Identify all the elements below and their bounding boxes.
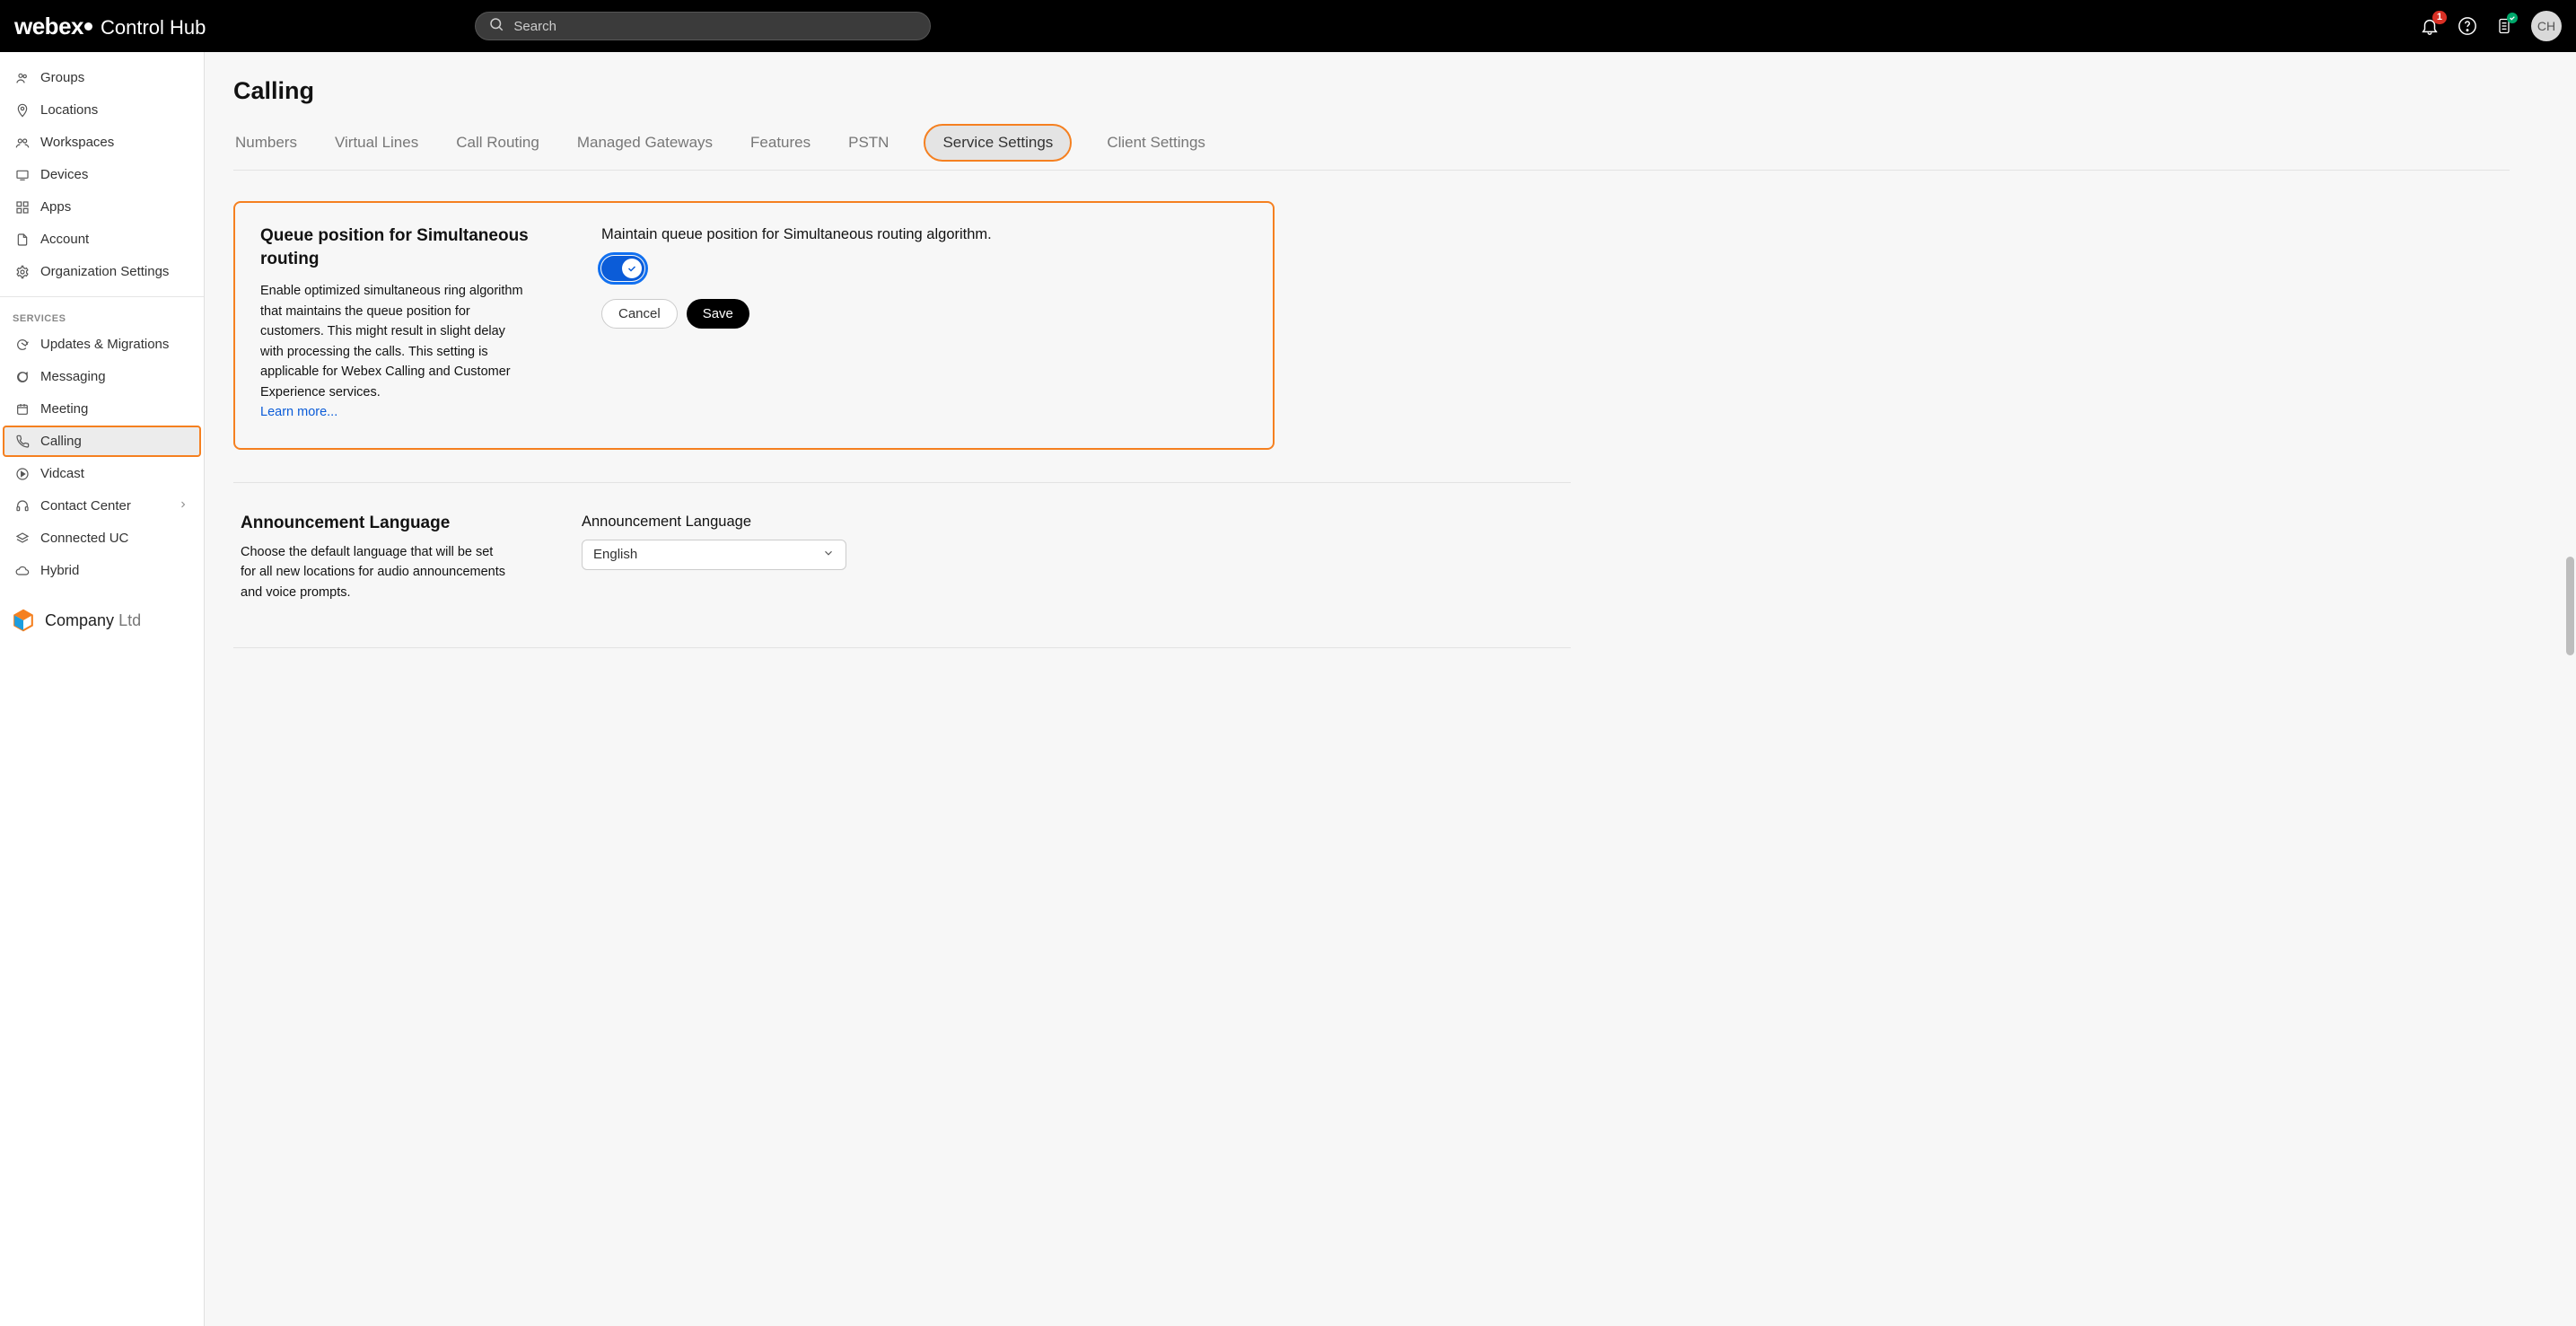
notifications-button[interactable]: 1 <box>2420 16 2440 36</box>
sidebar-nav: Groups Locations Workspaces Devices Apps… <box>0 52 205 1326</box>
sidebar-item-label: Hybrid <box>40 563 79 578</box>
calendar-icon <box>15 402 30 417</box>
sidebar-item-label: Vidcast <box>40 466 84 481</box>
play-icon <box>15 467 30 481</box>
tab-virtual-lines[interactable]: Virtual Lines <box>333 125 420 170</box>
card-description: Enable optimized simultaneous ring algor… <box>260 281 530 422</box>
sidebar-item-label: Messaging <box>40 369 106 384</box>
pin-icon <box>15 103 30 118</box>
sidebar-item-label: Meeting <box>40 401 88 417</box>
tab-service-settings[interactable]: Service Settings <box>924 125 1071 161</box>
search-placeholder: Search <box>513 19 917 34</box>
sidebar-item-label: Account <box>40 232 89 247</box>
sidebar-item-updates[interactable]: Updates & Migrations <box>3 329 201 360</box>
user-avatar[interactable]: CH <box>2531 11 2562 41</box>
section-divider <box>233 647 1571 648</box>
tab-pstn[interactable]: PSTN <box>846 125 890 170</box>
brand-mark: webex <box>14 13 93 40</box>
cancel-button[interactable]: Cancel <box>601 299 678 329</box>
org-switcher[interactable]: Company Ltd <box>0 593 204 647</box>
section-divider <box>233 482 1571 483</box>
check-badge-icon <box>2507 13 2518 23</box>
sidebar-item-connected-uc[interactable]: Connected UC <box>3 522 201 554</box>
sidebar-item-vidcast[interactable]: Vidcast <box>3 458 201 489</box>
page-title: Calling <box>233 77 2510 105</box>
sidebar-item-calling[interactable]: Calling <box>3 426 201 457</box>
stack-icon <box>15 531 30 546</box>
card-title: Queue position for Simultaneous routing <box>260 224 530 270</box>
sidebar-item-label: Locations <box>40 102 98 118</box>
device-icon <box>15 168 30 182</box>
sidebar-item-label: Devices <box>40 167 88 182</box>
users-icon <box>15 71 30 85</box>
sidebar-item-hybrid[interactable]: Hybrid <box>3 555 201 586</box>
section-description: Choose the default language that will be… <box>241 542 510 602</box>
notification-badge: 1 <box>2432 11 2447 24</box>
chevron-down-icon <box>822 547 835 563</box>
global-search[interactable]: Search <box>475 12 931 40</box>
sidebar-item-label: Groups <box>40 70 84 85</box>
queue-position-toggle[interactable] <box>601 256 644 281</box>
tab-managed-gateways[interactable]: Managed Gateways <box>575 125 714 170</box>
brand-logo: webex Control Hub <box>14 13 206 40</box>
sidebar-item-label: Organization Settings <box>40 264 169 279</box>
tab-features[interactable]: Features <box>749 125 812 170</box>
search-icon <box>488 16 504 37</box>
tab-client-settings[interactable]: Client Settings <box>1105 125 1207 170</box>
phone-icon <box>15 435 30 449</box>
toggle-label: Maintain queue position for Simultaneous… <box>601 226 1248 243</box>
queue-position-card: Queue position for Simultaneous routing … <box>233 201 1275 450</box>
sidebar-item-devices[interactable]: Devices <box>3 159 201 190</box>
company-logo-icon <box>11 608 36 633</box>
toggle-knob <box>622 259 642 278</box>
section-title: Announcement Language <box>241 514 510 533</box>
select-value: English <box>593 547 637 562</box>
sidebar-item-label: Apps <box>40 199 71 215</box>
sidebar-item-messaging[interactable]: Messaging <box>3 361 201 392</box>
file-icon <box>15 233 30 247</box>
sidebar-item-workspaces[interactable]: Workspaces <box>3 127 201 158</box>
cloud-icon <box>15 564 30 578</box>
tab-numbers[interactable]: Numbers <box>233 125 299 170</box>
scroll-thumb[interactable] <box>2566 557 2574 655</box>
announcement-language-select[interactable]: English <box>582 540 846 570</box>
top-header: webex Control Hub Search 1 <box>0 0 2576 52</box>
sidebar-item-locations[interactable]: Locations <box>3 94 201 126</box>
sidebar-item-label: Workspaces <box>40 135 114 150</box>
sidebar-item-meeting[interactable]: Meeting <box>3 393 201 425</box>
grid-icon <box>15 200 30 215</box>
company-name: Company Ltd <box>45 611 141 630</box>
gear-icon <box>15 265 30 279</box>
save-button[interactable]: Save <box>687 299 749 329</box>
help-button[interactable] <box>2458 16 2477 36</box>
tasks-button[interactable] <box>2495 17 2513 35</box>
tab-call-routing[interactable]: Call Routing <box>454 125 541 170</box>
chevron-right-icon <box>178 498 188 514</box>
refresh-icon <box>15 338 30 352</box>
sidebar-item-apps[interactable]: Apps <box>3 191 201 223</box>
workspaces-icon <box>15 136 30 150</box>
sidebar-item-account[interactable]: Account <box>3 224 201 255</box>
sidebar-item-label: Calling <box>40 434 82 449</box>
headset-icon <box>15 499 30 514</box>
header-actions: 1 CH <box>2420 11 2562 41</box>
announcement-language-section: Announcement Language Choose the default… <box>233 514 1275 602</box>
main-scrollbar[interactable] <box>2563 52 2576 1326</box>
learn-more-link[interactable]: Learn more... <box>260 405 337 419</box>
sidebar-item-groups[interactable]: Groups <box>3 62 201 93</box>
main-content: Calling Numbers Virtual Lines Call Routi… <box>205 52 2563 1326</box>
sidebar-separator <box>0 296 204 297</box>
settings-tabs: Numbers Virtual Lines Call Routing Manag… <box>233 125 2510 171</box>
sidebar-item-label: Updates & Migrations <box>40 337 169 352</box>
sidebar-section-services: SERVICES <box>0 306 204 328</box>
sidebar-item-label: Contact Center <box>40 498 131 514</box>
chat-icon <box>15 370 30 384</box>
product-name: Control Hub <box>101 16 206 40</box>
sidebar-item-contact-center[interactable]: Contact Center <box>3 490 201 522</box>
sidebar-item-label: Connected UC <box>40 531 128 546</box>
sidebar-item-org-settings[interactable]: Organization Settings <box>3 256 201 287</box>
select-label: Announcement Language <box>582 514 1267 531</box>
